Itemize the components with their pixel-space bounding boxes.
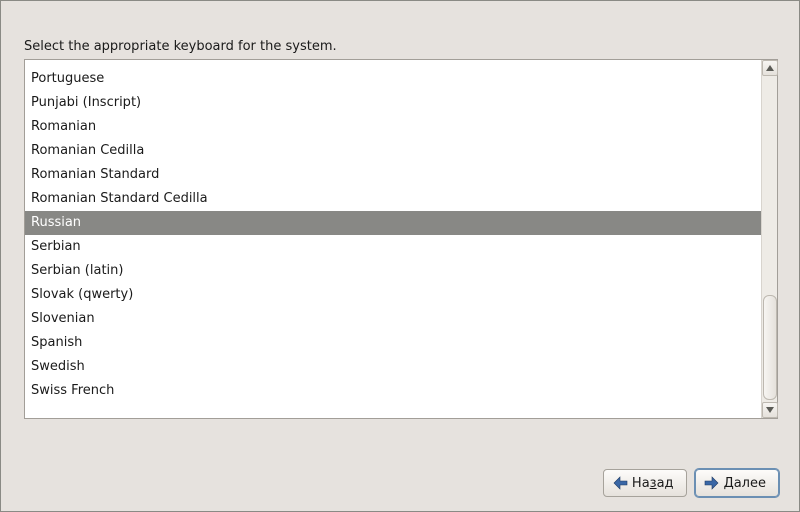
back-button-label: Назад [632, 476, 674, 491]
arrow-right-icon [704, 476, 720, 490]
chevron-down-icon [766, 407, 774, 413]
prompt-text: Select the appropriate keyboard for the … [24, 39, 337, 54]
next-button[interactable]: Далее [695, 469, 779, 497]
back-button[interactable]: Назад [603, 469, 687, 497]
next-button-label: Далее [724, 476, 766, 491]
keyboard-list-item[interactable]: Romanian Standard [25, 163, 761, 187]
installer-window: Select the appropriate keyboard for the … [0, 0, 800, 512]
scrollbar-thumb[interactable] [763, 295, 777, 400]
arrow-left-icon [612, 476, 628, 490]
keyboard-list-viewport[interactable]: PolishPortuguesePunjabi (Inscript)Romani… [25, 60, 761, 418]
keyboard-list-item[interactable]: Swedish [25, 355, 761, 379]
keyboard-list-item[interactable]: Punjabi (Inscript) [25, 91, 761, 115]
scrollbar-track[interactable] [761, 60, 777, 418]
keyboard-list-item[interactable]: Romanian [25, 115, 761, 139]
keyboard-list-item[interactable]: Slovenian [25, 307, 761, 331]
keyboard-list-item[interactable]: Swiss French [25, 379, 761, 403]
keyboard-list-item[interactable]: Serbian (latin) [25, 259, 761, 283]
chevron-up-icon [766, 65, 774, 71]
keyboard-list-item[interactable]: Polish [25, 60, 761, 67]
keyboard-list-frame: PolishPortuguesePunjabi (Inscript)Romani… [24, 59, 778, 419]
scrollbar-down-button[interactable] [762, 402, 778, 418]
keyboard-list-item[interactable]: Portuguese [25, 67, 761, 91]
keyboard-list-item[interactable]: Spanish [25, 331, 761, 355]
keyboard-list-item[interactable]: Romanian Cedilla [25, 139, 761, 163]
scrollbar-up-button[interactable] [762, 60, 778, 76]
wizard-button-row: Назад Далее [603, 469, 779, 497]
keyboard-list-item[interactable]: Russian [25, 211, 761, 235]
keyboard-list-item[interactable]: Romanian Standard Cedilla [25, 187, 761, 211]
keyboard-list-item[interactable]: Serbian [25, 235, 761, 259]
keyboard-list-item[interactable]: Slovak (qwerty) [25, 283, 761, 307]
